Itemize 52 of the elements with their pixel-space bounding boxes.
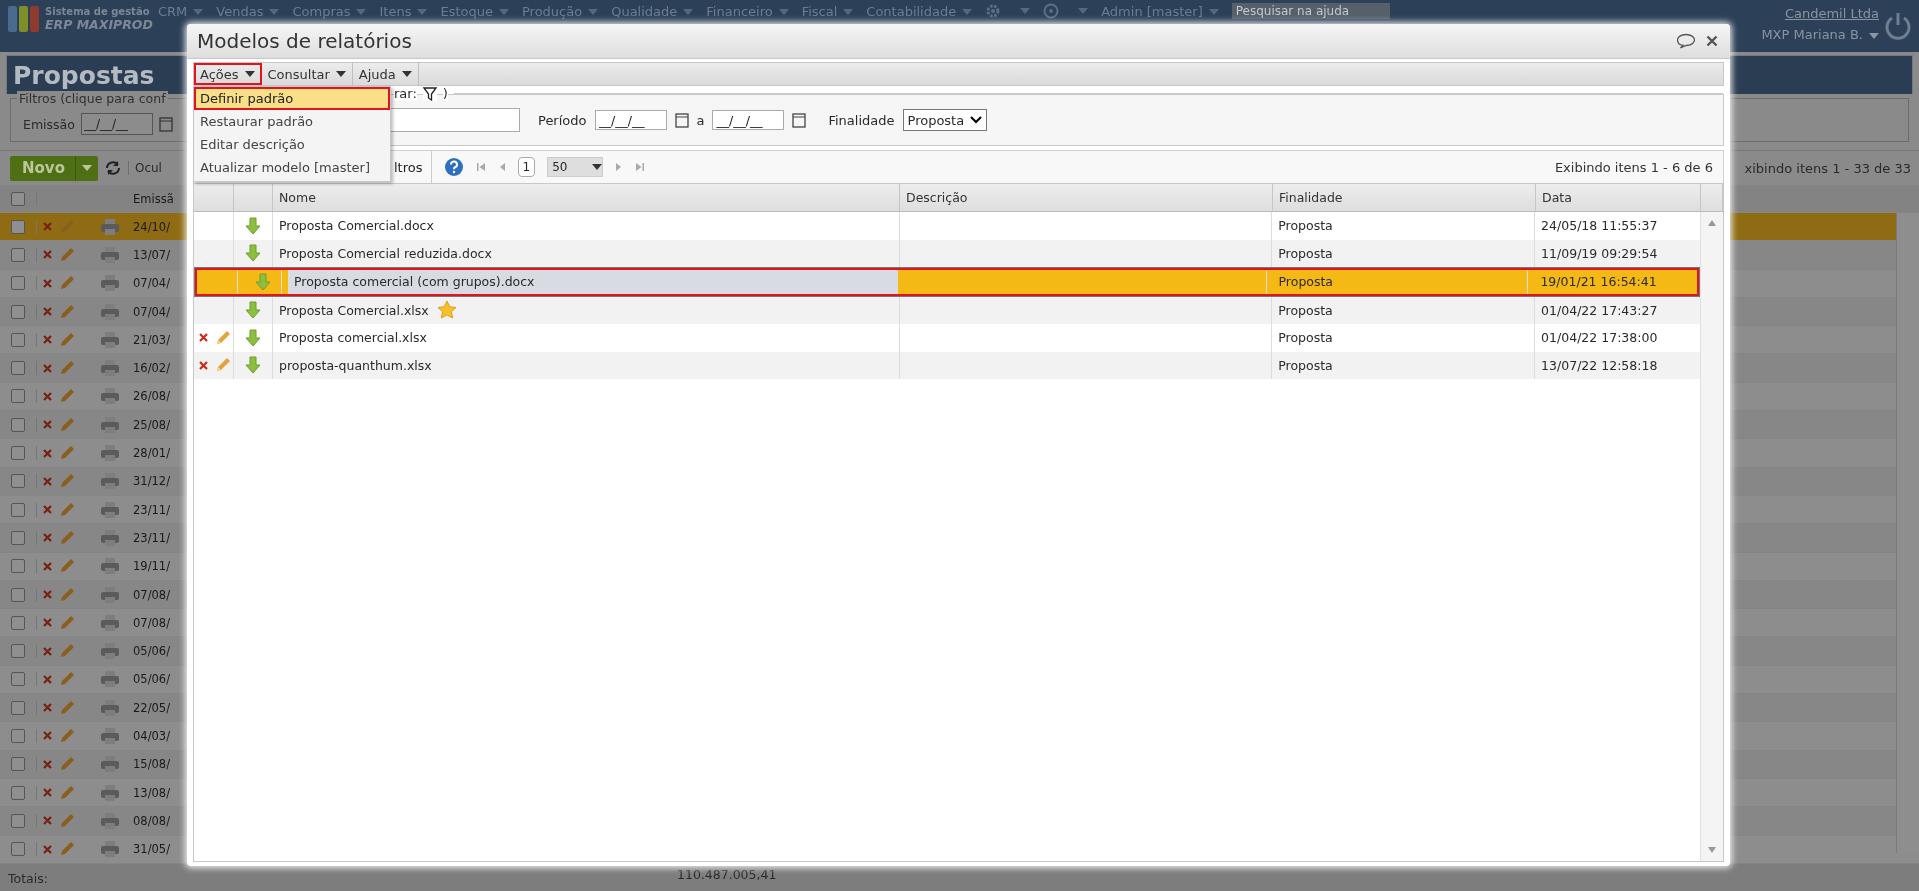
logo-subtitle: Sistema de gestão: [45, 6, 151, 17]
field-label: a: [696, 112, 705, 128]
table-cell: Proposta comercial.xlsx: [278, 330, 427, 346]
table-cell-text: 19/01/21 16:54:41: [1539, 273, 1658, 292]
table-cell-text: 01/04/22 17:38:00: [1540, 329, 1659, 348]
table-cell-text: 24/10/: [132, 219, 170, 234]
table-cell-text: 07/04/: [132, 304, 170, 319]
logo-title: ERP MAXIPROD: [45, 17, 153, 32]
table-cell-text: 31/12/: [132, 474, 170, 489]
page-title: Propostas: [13, 60, 155, 90]
table-cell-text: 07/04/: [132, 276, 170, 291]
table-cell-text: 11/09/19 09:29:54: [1540, 244, 1659, 263]
table-cell-text: 15/08/: [132, 757, 170, 772]
table-cell: Proposta: [1272, 351, 1536, 379]
table-cell-text: 31/05/: [132, 842, 170, 857]
table-cell-text: 13/07/22 12:58:18: [1540, 356, 1659, 375]
filters-legend: Filtros (clique para conf: [17, 91, 168, 106]
table-cell: proposta-quanthum.xlsx: [278, 357, 432, 373]
table-cell-text: 23/11/: [132, 502, 170, 517]
table-cell: Proposta Comercial.xlsx: [278, 302, 429, 318]
table-cell-text: 05/06/: [132, 672, 170, 687]
totals-value: 110.487.005,41: [677, 866, 777, 882]
table-cell-text: 16/02/: [132, 361, 170, 376]
table-cell: Proposta Comercial.docx: [278, 218, 434, 234]
field-label: Emissão: [23, 116, 75, 132]
table-cell: Proposta comercial (com grupos).docx: [294, 274, 535, 290]
table-cell-text: 26/08/: [132, 389, 170, 404]
table-cell-text: 28/01/: [132, 446, 170, 460]
table-cell-text: 25/08/: [132, 417, 170, 432]
item-count: Exibindo itens 1 - 6 de 6: [1554, 159, 1714, 175]
table-cell-text: 19/11/: [132, 559, 170, 574]
table-cell-text: 07/08/: [132, 615, 170, 630]
table-cell-text: 01/04/22 17:43:27: [1540, 301, 1659, 320]
dialog-title: Modelos de relatórios: [197, 29, 413, 53]
table-cell: Proposta Comercial reduzida.docx: [278, 245, 492, 261]
table-cell-text: 07/08/: [132, 587, 170, 602]
legend-bracket: ): [442, 86, 448, 101]
field-label: Finalidade: [828, 112, 895, 128]
table-cell-text: 13/07/: [132, 247, 170, 262]
item-count: xibindo itens 1 - 33 de 33: [1744, 160, 1911, 176]
table-cell-text: 05/06/: [132, 644, 170, 659]
table-cell-text: 13/08/: [132, 785, 170, 800]
table-cell: Proposta: [1272, 212, 1536, 240]
table-cell-text: 23/11/: [132, 530, 170, 545]
table-cell-text: 04/03/: [132, 729, 170, 743]
field-label: Período: [538, 112, 587, 128]
table-cell-text: 24/05/18 11:55:37: [1540, 217, 1659, 236]
table-cell-text: 08/08/: [132, 813, 170, 828]
totals-label: Totais:: [7, 870, 48, 886]
table-cell-text: 22/05/: [132, 700, 170, 715]
table-cell-text: 21/03/: [132, 332, 170, 347]
table-cell: Proposta: [1272, 324, 1536, 352]
